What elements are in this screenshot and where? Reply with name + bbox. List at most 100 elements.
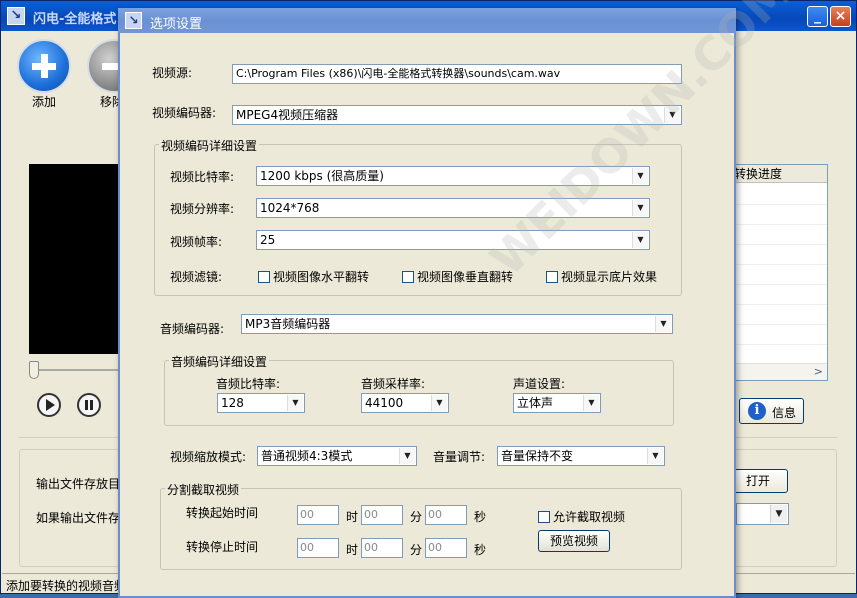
checkbox-box[interactable] [258,271,270,283]
checkbox-box[interactable] [538,511,550,523]
output-dir-label: 输出文件存放目 [36,477,121,491]
allow-clip-label: 允许截取视频 [553,510,626,524]
start-hour-input[interactable]: 00 [297,505,339,525]
horizontal-scrollbar[interactable]: > [732,363,827,380]
start-minute-input[interactable]: 00 [361,505,403,525]
second-unit: 秒 [474,543,487,557]
hflip-checkbox[interactable]: 视频图像水平翻转 [258,268,369,285]
chevron-down-icon[interactable]: ▼ [632,200,648,216]
video-fps-label: 视频帧率: [170,235,223,249]
chevron-down-icon[interactable]: ▼ [583,395,599,411]
minimize-button[interactable]: _ [807,6,828,27]
video-filter-label: 视频滤镜: [170,270,223,284]
chevron-down-icon[interactable]: ▼ [632,232,648,248]
chevron-down-icon[interactable]: ▼ [399,448,415,464]
negative-checkbox[interactable]: 视频显示底片效果 [546,268,657,285]
audio-samplerate-label: 音频采样率: [361,377,426,391]
chevron-down-icon[interactable]: ▼ [770,505,787,523]
options-dialog: ↘ 选项设置 视频源: C:\Program Files (x86)\闪电-全能… [118,0,802,598]
chevron-down-icon[interactable]: ▼ [664,107,680,123]
video-resolution-select[interactable]: 1024*768 ▼ [256,198,650,218]
list-row-divider [732,244,827,245]
volume-label: 音量调节: [433,450,486,464]
dialog-title-bar[interactable]: ↘ 选项设置 [118,8,736,33]
audio-encoder-label: 音频编码器: [160,322,225,336]
start-second-input[interactable]: 00 [425,505,467,525]
audio-samplerate-select[interactable]: 44100 ▼ [361,393,449,413]
chevron-down-icon[interactable]: ▼ [655,316,671,332]
stop-time-label: 转换停止时间 [186,540,259,554]
stop-hour-input[interactable]: 00 [297,538,339,558]
audio-bitrate-label: 音频比特率: [216,377,281,391]
info-button-label: 信息 [772,406,797,420]
hflip-label: 视频图像水平翻转 [273,270,370,284]
pause-button[interactable] [77,393,101,417]
video-source-field[interactable]: C:\Program Files (x86)\闪电-全能格式转换器\sounds… [232,64,682,84]
allow-clip-checkbox[interactable]: 允许截取视频 [538,508,625,525]
hour-unit: 时 [346,543,359,557]
stop-minute-input[interactable]: 00 [361,538,403,558]
volume-select[interactable]: 音量保持不变 ▼ [497,446,665,466]
video-bitrate-value: 1200 kbps (很高质量) [260,169,384,183]
audio-encoder-value: MP3音频编码器 [245,317,331,331]
close-button[interactable]: × [830,6,851,27]
video-source-label: 视频源: [152,66,193,80]
file-list[interactable]: 转换进度 > [731,164,828,381]
minute-unit: 分 [410,510,423,524]
overwrite-dropdown[interactable]: ▼ [736,503,789,525]
open-button[interactable]: 打开 [728,469,788,493]
audio-samplerate-value: 44100 [365,396,404,410]
video-detail-group-title: 视频编码详细设置 [159,137,260,154]
list-row-divider [732,224,827,225]
video-bitrate-select[interactable]: 1200 kbps (很高质量) ▼ [256,166,650,186]
video-resolution-value: 1024*768 [260,201,320,215]
scroll-right-icon[interactable]: > [814,365,823,378]
app-icon: ↘ [7,7,25,25]
checkbox-box[interactable] [546,271,558,283]
audio-detail-group-title: 音频编码详细设置 [169,353,270,370]
info-icon: i [748,402,766,420]
vflip-checkbox[interactable]: 视频图像垂直翻转 [402,268,513,285]
list-row-divider [732,324,827,325]
video-fps-select[interactable]: 25 ▼ [256,230,650,250]
video-encoder-value: MPEG4视频压缩器 [236,108,339,122]
scale-mode-select[interactable]: 普通视频4:3模式 ▼ [257,446,417,466]
progress-column-header[interactable]: 转换进度 [732,165,827,183]
scale-mode-value: 普通视频4:3模式 [261,449,353,463]
video-fps-value: 25 [260,233,276,247]
list-row-divider [732,344,827,345]
chevron-down-icon[interactable]: ▼ [647,448,663,464]
video-encoder-label: 视频编码器: [152,106,217,120]
chevron-down-icon[interactable]: ▼ [287,395,303,411]
second-unit: 秒 [474,510,487,524]
video-bitrate-label: 视频比特率: [170,170,235,184]
app-icon: ↘ [125,12,142,29]
list-row-divider [732,204,827,205]
play-button[interactable] [37,393,61,417]
channel-label: 声道设置: [513,377,566,391]
add-button[interactable] [17,39,71,93]
info-button[interactable]: i 信息 [739,398,804,424]
audio-encoder-select[interactable]: MP3音频编码器 ▼ [241,314,673,334]
chevron-down-icon[interactable]: ▼ [431,395,447,411]
dialog-title: 选项设置 [150,17,203,32]
preview-video-button[interactable]: 预览视频 [538,530,610,552]
start-time-label: 转换起始时间 [186,506,259,520]
negative-label: 视频显示底片效果 [561,270,658,284]
seek-slider-thumb[interactable] [29,361,39,379]
video-encoder-select[interactable]: MPEG4视频压缩器 ▼ [232,105,682,125]
channel-select[interactable]: 立体声 ▼ [513,393,601,413]
list-row-divider [732,284,827,285]
minute-unit: 分 [410,543,423,557]
seek-track[interactable] [29,369,129,371]
status-text: 添加要转换的视频音频 [6,579,127,593]
stop-second-input[interactable]: 00 [425,538,467,558]
chevron-down-icon[interactable]: ▼ [632,168,648,184]
volume-value: 音量保持不变 [501,449,574,463]
list-row-divider [732,304,827,305]
checkbox-box[interactable] [402,271,414,283]
main-window-title: 闪电-全能格式 [33,12,117,27]
clip-group-title: 分割截取视频 [165,481,242,498]
audio-bitrate-select[interactable]: 128 ▼ [217,393,305,413]
hour-unit: 时 [346,510,359,524]
